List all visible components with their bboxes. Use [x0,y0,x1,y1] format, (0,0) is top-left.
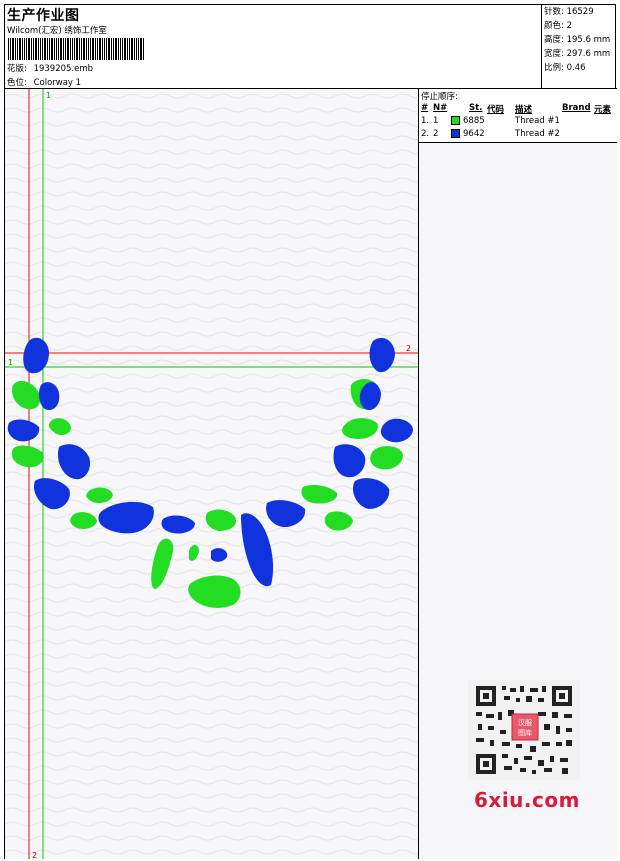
col-code: 代码 [487,105,505,115]
header-info: 生产作业图 Wilcom(汇宏) 绣饰工作室 花版: 1939205.emb 色… [5,5,542,89]
stat-height: 高度: 195.6 mm [544,35,611,45]
stat-width: 宽度: 297.6 mm [544,49,611,59]
colorway: 色位: Colorway 1 [7,78,82,88]
design-stats: 针数: 16529 颜色: 2 高度: 195.6 mm 宽度: 297.6 m… [542,5,617,89]
stat-scale: 比例: 0.46 [544,63,586,73]
col-st: St. [469,103,483,113]
stat-stitches: 针数: 16529 [544,7,594,17]
col-brand: Brand [562,103,591,113]
table-row: 1. 1 6885 Thread #1 [421,116,560,126]
design-file-value: 1939205.emb [33,64,94,74]
embroidery-canvas: 1 2 1 2 [5,89,418,859]
guide-label-left: 1 [8,358,13,367]
col-desc: 描述 [515,105,533,115]
colorway-value: Colorway 1 [33,78,82,88]
col-element: 元素 [594,105,612,115]
stop-sequence-title: 停止顺序: [421,92,458,102]
qr-code-watermark: 汉服 图库 [468,680,580,780]
guide-label-top: 1 [46,91,51,100]
company-name: Wilcom(汇宏) 绣饰工作室 [7,26,107,36]
color-swatch [451,116,460,125]
barcode [8,38,144,60]
color-swatch [451,129,460,138]
table-row: 2. 2 9642 Thread #2 [421,129,560,139]
watermark-text: 6xiu.com [474,788,580,812]
guide-label-bottom: 2 [32,851,37,859]
page-title: 生产作业图 [7,8,80,24]
col-hash: # [421,103,429,113]
guide-label-right: 2 [406,344,411,353]
svg-text:图库: 图库 [518,728,532,737]
stop-sequence-table: 停止顺序: # N# St. 代码 描述 Brand 元素 1. 1 6885 … [419,89,617,143]
seal-stamp-text: 汉服 [518,719,532,727]
col-n: N# [433,103,448,113]
design-file: 花版: 1939205.emb [7,64,94,74]
design-preview: 1 2 1 2 [5,89,419,859]
stat-colors: 颜色: 2 [544,21,572,31]
